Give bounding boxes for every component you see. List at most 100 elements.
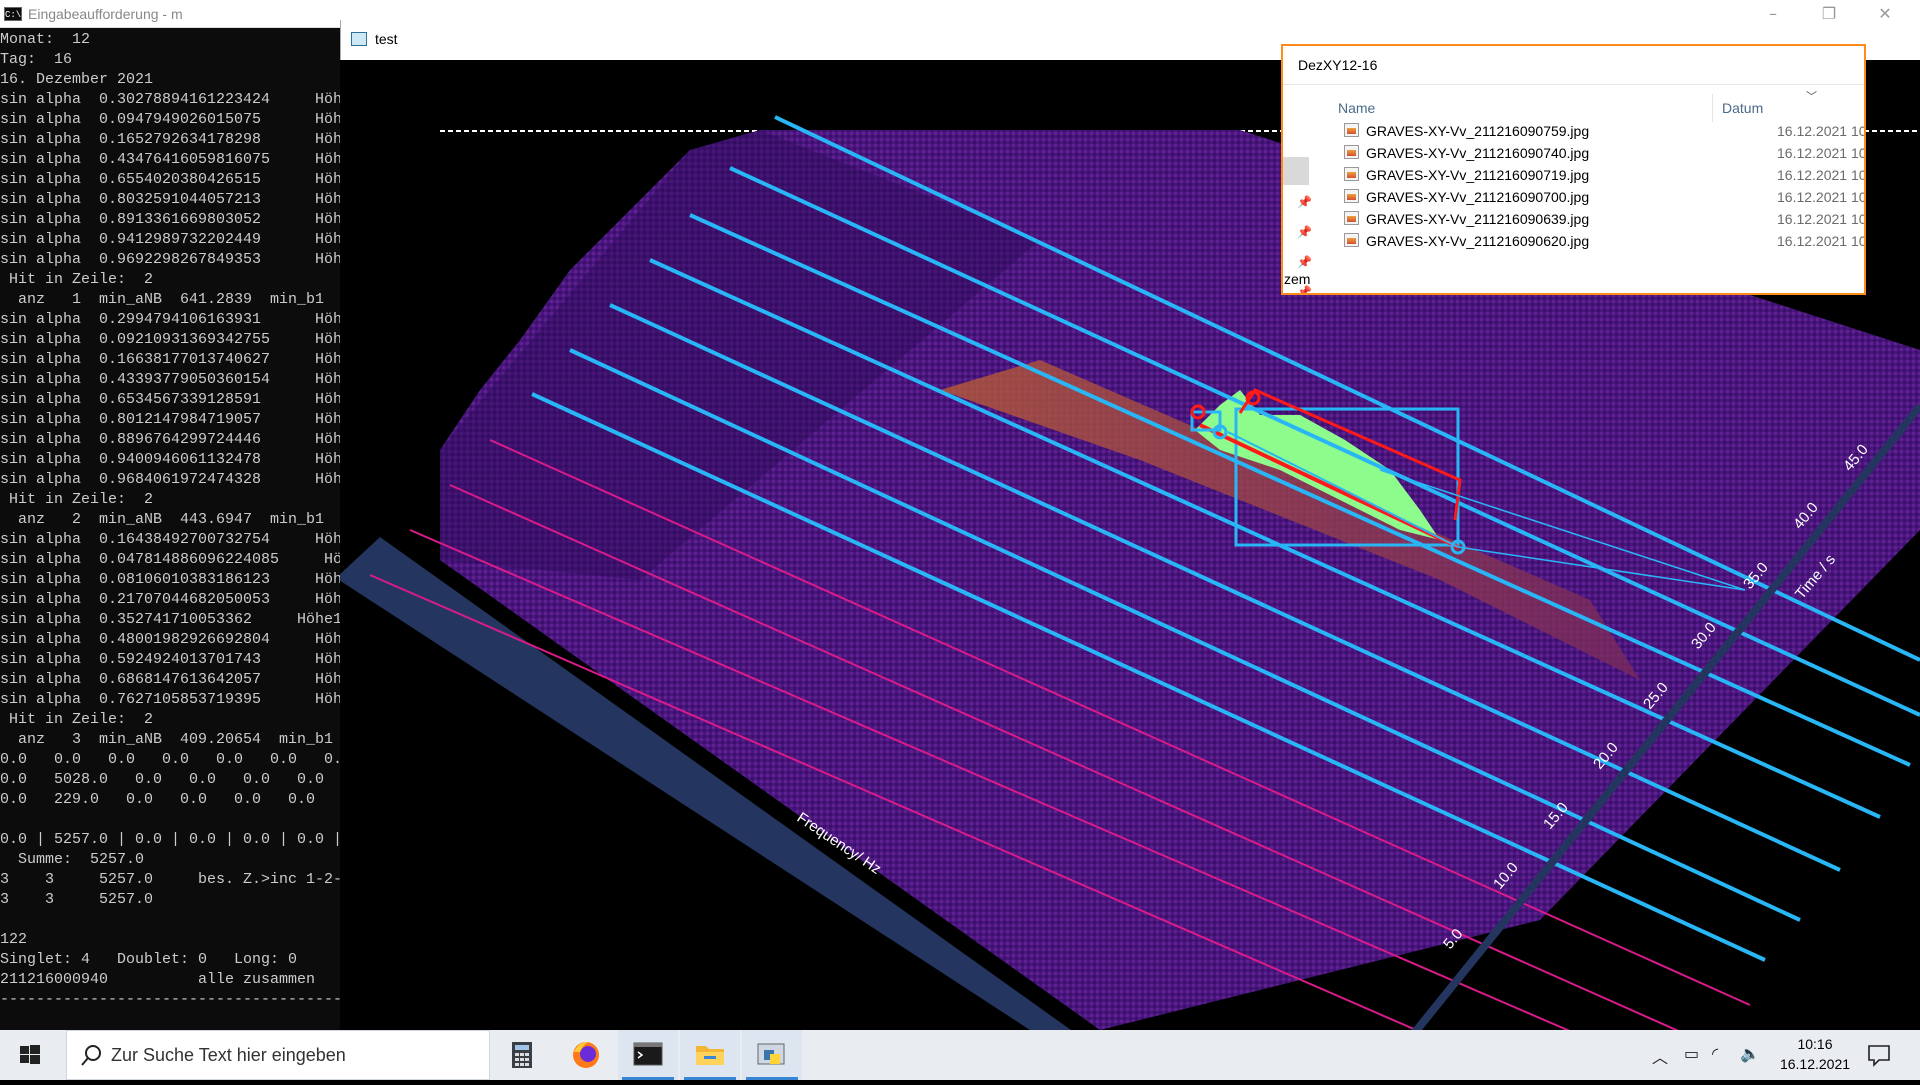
clock-date[interactable]: 16.12.2021 xyxy=(1768,1056,1862,1072)
cmd-line: sin alpha 0.30278894161223424 Höh xyxy=(0,91,340,108)
file-name: GRAVES-XY-Vv_211216090700.jpg xyxy=(1366,189,1590,205)
notification-icon[interactable] xyxy=(1866,1042,1892,1068)
speaker-icon[interactable]: 🔈 xyxy=(1740,1044,1760,1063)
calculator-icon xyxy=(512,1042,532,1068)
cmd-line xyxy=(0,810,340,830)
cmd-line: 211216000940 alle zusammen xyxy=(0,971,316,988)
cmd-output: Monat: 12 Tag: 16 16. Dezember 2021 sin alp… xyxy=(0,30,340,1030)
file-name: GRAVES-XY-Vv_211216090719.jpg xyxy=(1366,167,1590,183)
cmd-line: sin alpha 0.6554020380426515 Höhe xyxy=(0,171,340,188)
jpg-file-icon xyxy=(1344,189,1359,203)
taskbar-app-terminal[interactable] xyxy=(618,1030,678,1080)
cmd-line: Tag: 16 xyxy=(0,51,73,68)
cmd-line: Hit in Zeile: 2 xyxy=(0,711,154,728)
navigation-pane[interactable]: 📌 📌 📌 📌 xyxy=(1283,85,1331,293)
search-icon xyxy=(81,1045,101,1066)
pin-icon[interactable]: 📌 xyxy=(1297,195,1312,209)
cmd-line: sin alpha 0.5924924013701743 Höhe xyxy=(0,651,340,668)
pin-icon[interactable]: 📌 xyxy=(1297,225,1312,239)
cmd-line: sin alpha 0.8896764299724446 Höhe xyxy=(0,431,340,448)
folder-title: DezXY12-16 xyxy=(1298,57,1378,73)
cmd-line xyxy=(0,910,340,930)
cmd-line: sin alpha 0.48001982926692804 Höh xyxy=(0,631,340,648)
cmd-line: sin alpha 0.8913361669803052 Höhe xyxy=(0,211,340,228)
cmd-line: sin alpha 0.8032591044057213 Höhe xyxy=(0,191,340,208)
test-window-title: test xyxy=(375,31,398,47)
chevron-up-icon[interactable]: ︿ xyxy=(1652,1044,1668,1068)
window-icon xyxy=(351,32,367,46)
cmd-window[interactable]: Monat: 12 Tag: 16 16. Dezember 2021 sin alp… xyxy=(0,0,340,1030)
cmd-line: sin alpha 0.21707044682050053 Höh xyxy=(0,591,340,608)
cmd-line: sin alpha 0.6534567339128591 Höhe xyxy=(0,391,340,408)
divider xyxy=(1283,84,1864,85)
file-date: 16.12.2021 10:07 xyxy=(1777,145,1866,161)
terminal-icon: C:\ xyxy=(4,7,22,21)
cmd-line: 3 3 5257.0 bes. Z.>inc 1-2-1 xyxy=(0,871,340,888)
cmd-line: sin alpha 0.6868147613642057 Höhe xyxy=(0,671,340,688)
cmd-line: sin alpha 0.9692298267849353 Höhe xyxy=(0,251,340,268)
file-row[interactable]: GRAVES-XY-Vv_211216090740.jpg 16.12.2021 … xyxy=(1338,142,1864,164)
cmd-line: sin alpha 0.2994794106163931 Höhe xyxy=(0,311,340,328)
cmd-line: sin alpha 0.7627105853719395 Höhe xyxy=(0,691,340,708)
battery-icon[interactable]: ▭ xyxy=(1684,1044,1699,1063)
column-header-name[interactable]: Name xyxy=(1338,100,1375,116)
file-row[interactable]: GRAVES-XY-Vv_211216090759.jpg 16.12.2021 … xyxy=(1338,120,1864,142)
column-header-date[interactable]: Datum xyxy=(1722,100,1763,116)
file-explorer-popup[interactable]: DezXY12-16 📌 📌 📌 📌 zem Name Datum ﹀ GRAV… xyxy=(1281,44,1866,295)
cmd-line: sin alpha 0.9684061972474328 Höhe xyxy=(0,471,340,488)
cmd-line: sin alpha 0.16638177013740627 Höh xyxy=(0,351,340,368)
cmd-line: sin alpha 0.43476416059816075 Höh xyxy=(0,151,340,168)
taskbar-app-calculator[interactable] xyxy=(492,1030,552,1080)
column-divider[interactable] xyxy=(1712,94,1713,122)
cmd-line: Summe: 5257.0 xyxy=(0,851,145,868)
cmd-line: sin alpha 0.16438492700732754 Höh xyxy=(0,531,340,548)
file-date: 16.12.2021 10:06 xyxy=(1777,211,1866,227)
search-box[interactable]: Zur Suche Text hier eingeben xyxy=(66,1030,490,1080)
cmd-line: 0.0 5028.0 0.0 0.0 0.0 0.0 xyxy=(0,771,325,788)
file-row[interactable]: GRAVES-XY-Vv_211216090719.jpg 16.12.2021 … xyxy=(1338,164,1864,186)
cmd-line: anz 3 min_aNB 409.20654 min_b1 xyxy=(0,731,334,748)
cmd-line: 3 3 5257.0 xyxy=(0,891,154,908)
cmd-line: Singlet: 4 Doublet: 0 Long: 0 xyxy=(0,951,298,968)
file-name: GRAVES-XY-Vv_211216090620.jpg xyxy=(1366,233,1590,249)
chevron-down-icon[interactable]: ﹀ xyxy=(1806,88,1817,104)
cmd-line: 0.0 229.0 0.0 0.0 0.0 0.0 xyxy=(0,791,316,808)
file-name: GRAVES-XY-Vv_211216090639.jpg xyxy=(1366,211,1590,227)
jpg-file-icon xyxy=(1344,123,1359,137)
jpg-file-icon xyxy=(1344,211,1359,225)
cmd-line: anz 1 min_aNB 641.2839 min_b1 xyxy=(0,291,325,308)
clock-time[interactable]: 10:16 xyxy=(1775,1036,1855,1052)
cmd-line: 16. Dezember 2021 xyxy=(0,71,154,88)
file-date: 16.12.2021 10:06 xyxy=(1777,233,1866,249)
firefox-icon xyxy=(573,1042,599,1068)
nav-selection[interactable] xyxy=(1283,157,1309,185)
cmd-line: ----------------------------------------… xyxy=(0,991,340,1008)
cmd-line: sin alpha 0.9412989732202449 Höhe xyxy=(0,231,340,248)
taskbar-app-python[interactable] xyxy=(742,1030,802,1080)
file-explorer-icon xyxy=(696,1046,724,1065)
desktop: Monat: 12 Tag: 16 16. Dezember 2021 sin alp… xyxy=(0,0,1920,1080)
file-row[interactable]: GRAVES-XY-Vv_211216090639.jpg 16.12.2021 … xyxy=(1338,208,1864,230)
file-row[interactable]: GRAVES-XY-Vv_211216090700.jpg 16.12.2021 … xyxy=(1338,186,1864,208)
pin-icon[interactable]: 📌 xyxy=(1297,255,1312,269)
python-icon xyxy=(757,1043,785,1065)
jpg-file-icon xyxy=(1344,167,1359,181)
cmd-line: sin alpha 0.09210931369342755 Höh xyxy=(0,331,340,348)
taskbar-app-file-explorer[interactable] xyxy=(680,1030,740,1080)
file-name: GRAVES-XY-Vv_211216090740.jpg xyxy=(1366,145,1590,161)
search-placeholder: Zur Suche Text hier eingeben xyxy=(111,1045,346,1065)
cmd-window-title: Eingabeaufforderung - m xyxy=(28,6,183,22)
cmd-line: 0.0 | 5257.0 | 0.0 | 0.0 | 0.0 | 0.0 | xyxy=(0,831,340,848)
wifi-icon[interactable]: ◜ xyxy=(1712,1044,1718,1063)
cmd-line: 0.0 0.0 0.0 0.0 0.0 0.0 0. xyxy=(0,751,340,768)
nav-item-label[interactable]: zem xyxy=(1284,271,1310,287)
taskbar-app-firefox[interactable] xyxy=(556,1030,616,1080)
cmd-line: sin alpha 0.8012147984719057 Höhe xyxy=(0,411,340,428)
cmd-line: Monat: 12 xyxy=(0,31,91,48)
taskbar: Zur Suche Text hier eingeben ︿ ▭ ◜ 🔈 10:… xyxy=(0,1030,1920,1080)
cmd-line: anz 2 min_aNB 443.6947 min_b1 xyxy=(0,511,325,528)
file-date: 16.12.2021 10:07 xyxy=(1777,189,1866,205)
file-row[interactable]: GRAVES-XY-Vv_211216090620.jpg 16.12.2021 … xyxy=(1338,230,1864,252)
start-button[interactable] xyxy=(0,1030,58,1080)
file-date: 16.12.2021 10:07 xyxy=(1777,167,1866,183)
